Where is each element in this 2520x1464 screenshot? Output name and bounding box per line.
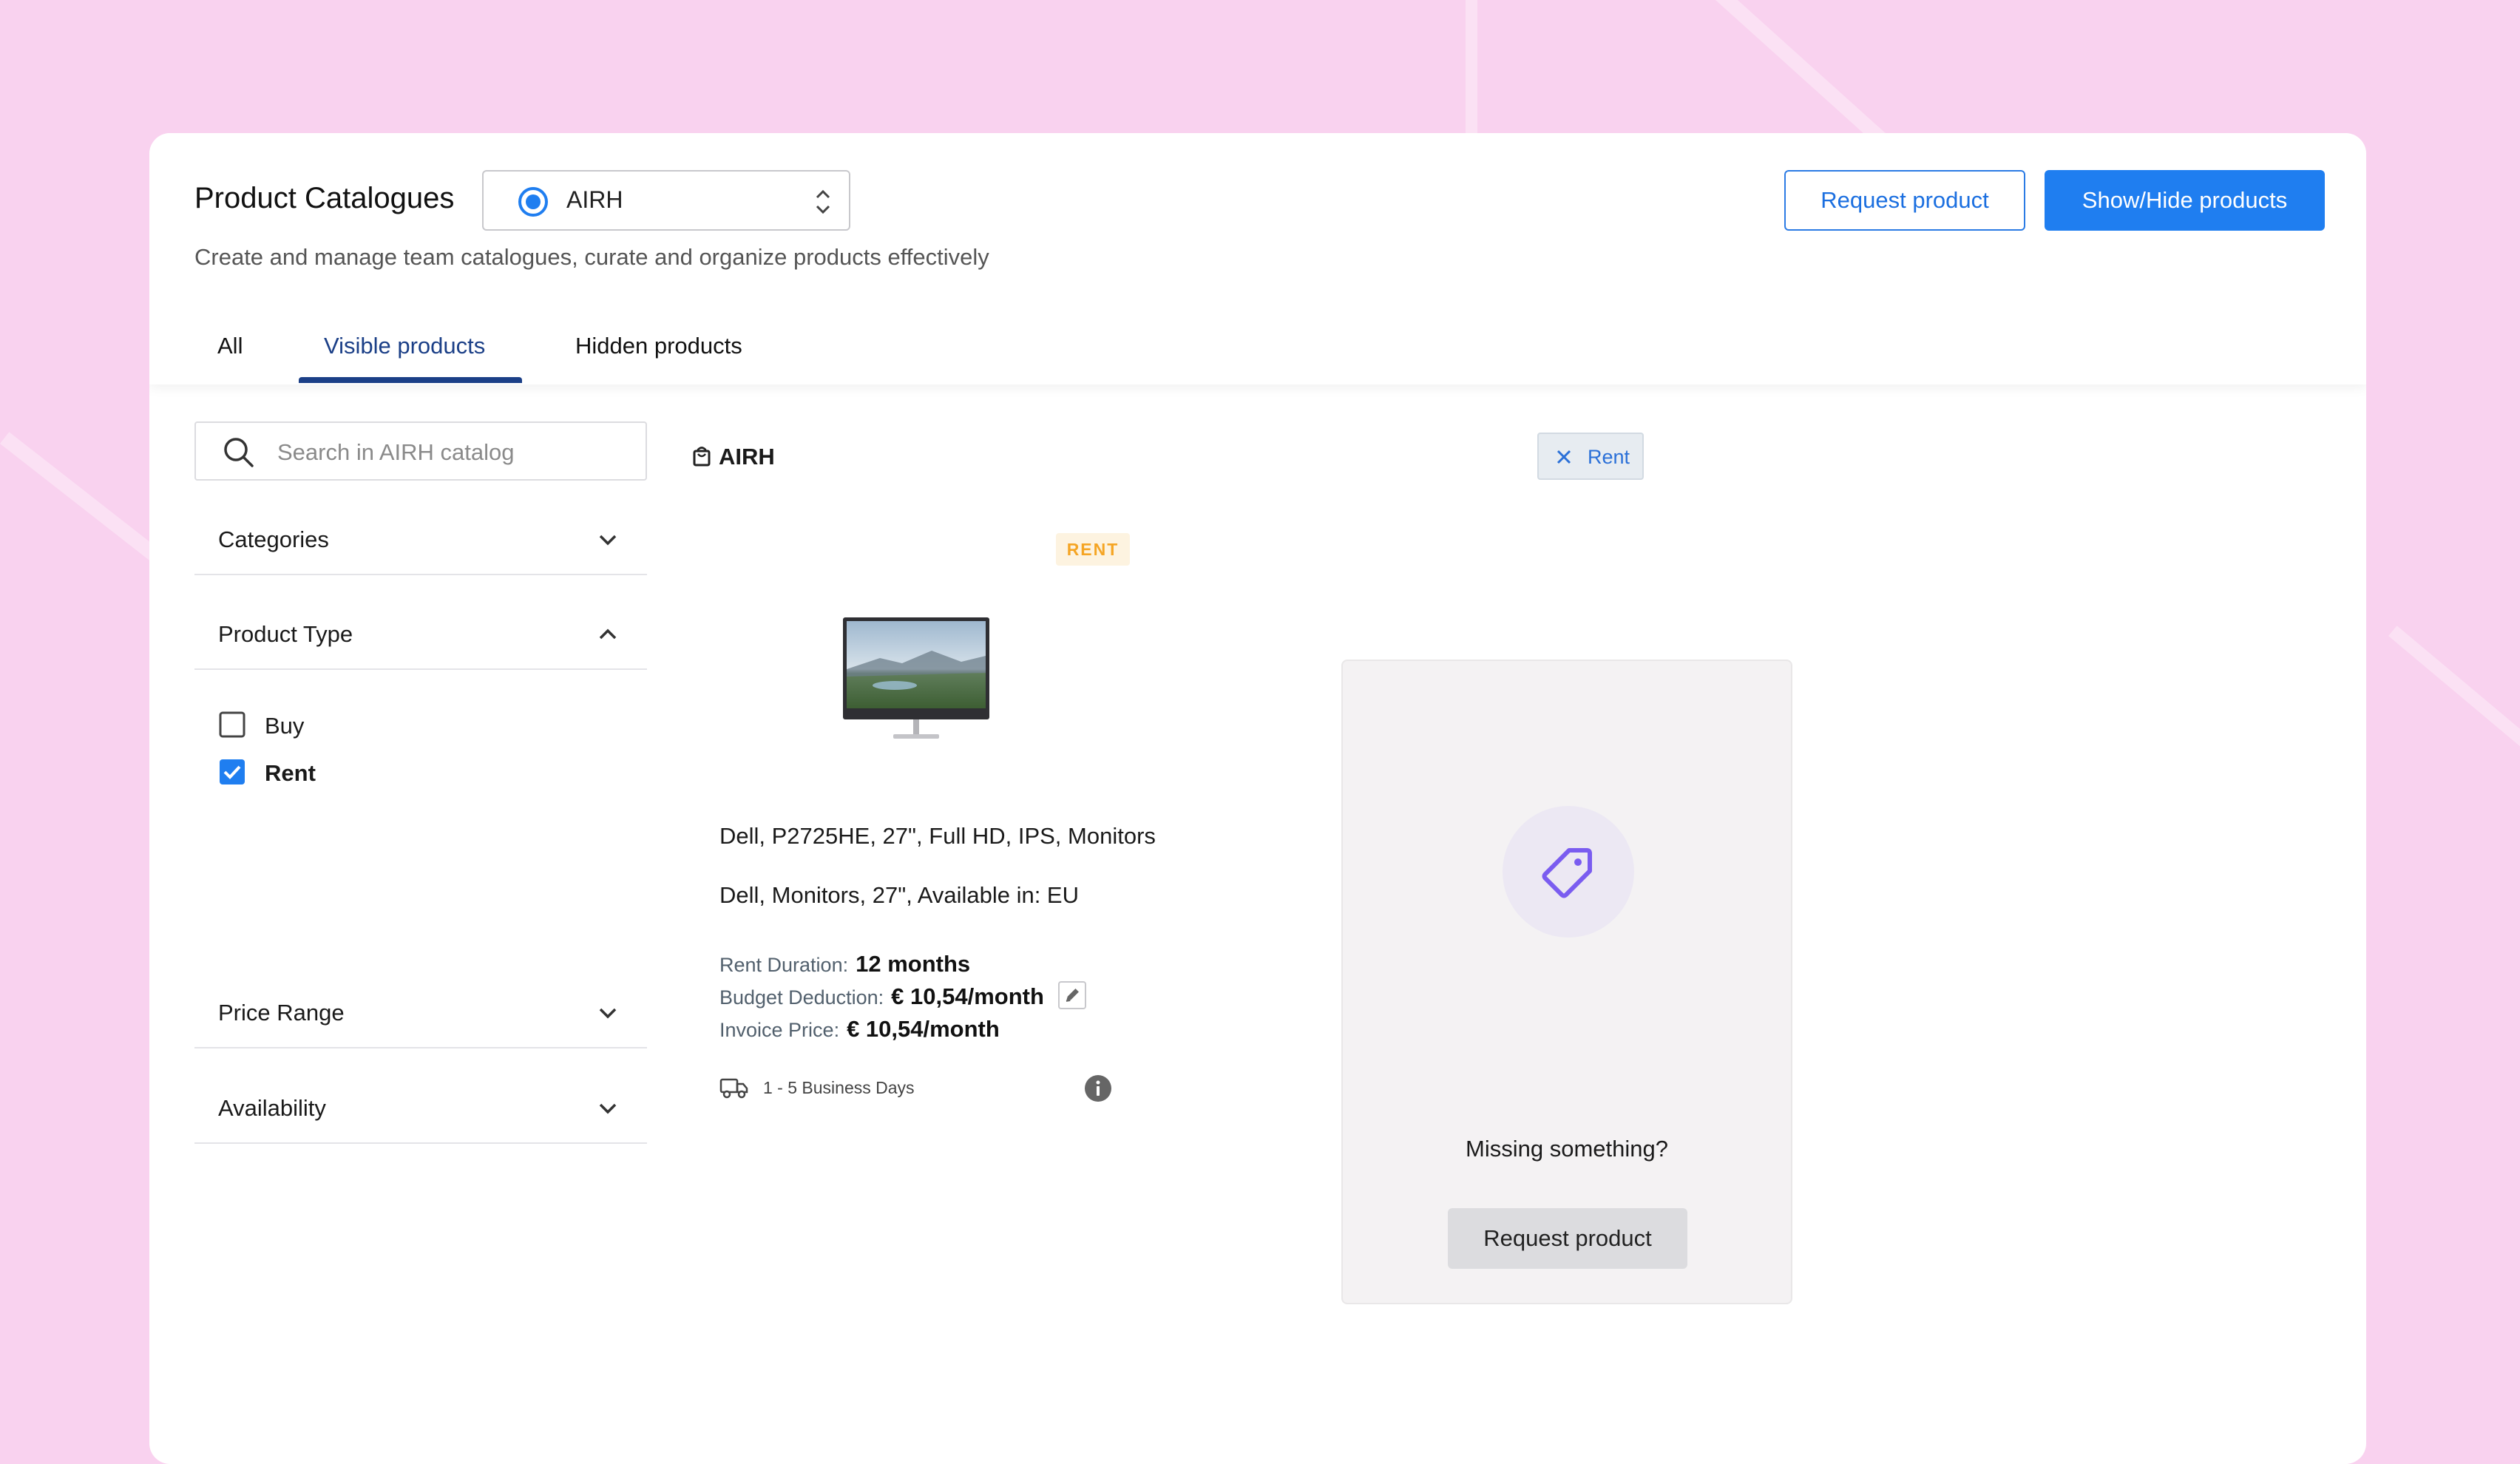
active-filter-chip[interactable]: Rent: [1537, 433, 1644, 480]
catalog-name: AIRH: [719, 444, 775, 470]
background-decoration: [1466, 0, 1477, 133]
rent-badge: RENT: [1056, 533, 1130, 566]
filter-product-type[interactable]: Product Type: [194, 605, 647, 670]
invoice-price-label: Invoice Price:: [719, 1019, 840, 1041]
shopping-bag-icon: [693, 447, 711, 467]
invoice-price-value: € 10,54/month: [847, 1016, 1000, 1042]
info-icon[interactable]: [1084, 1074, 1112, 1102]
request-product-card-button[interactable]: Request product: [1448, 1208, 1687, 1269]
option-rent-label: Rent: [265, 760, 316, 786]
filter-product-type-label: Product Type: [218, 621, 353, 647]
tab-visible-products[interactable]: Visible products: [324, 333, 485, 359]
catalog-select[interactable]: AIRH: [482, 170, 850, 231]
catalog-select-value: AIRH: [566, 186, 623, 213]
background-decoration: [2388, 626, 2520, 788]
rent-duration-row: Rent Duration: 12 months: [719, 951, 970, 977]
filter-categories-label: Categories: [218, 526, 329, 552]
truck-icon: [719, 1078, 748, 1099]
request-product-button[interactable]: Request product: [1784, 170, 2025, 231]
search-box[interactable]: [194, 421, 647, 481]
product-description: Dell, Monitors, 27", Available in: EU: [719, 882, 1079, 908]
rent-duration-value: 12 months: [856, 951, 971, 977]
filter-categories[interactable]: Categories: [194, 510, 647, 575]
rent-duration-label: Rent Duration:: [719, 954, 849, 976]
filter-price-range-label: Price Range: [218, 1000, 345, 1026]
budget-deduction-label: Budget Deduction:: [719, 986, 884, 1009]
filter-price-range[interactable]: Price Range: [194, 983, 647, 1048]
chevron-down-icon: [599, 535, 617, 546]
chevron-updown-icon: [816, 189, 830, 214]
tab-all[interactable]: All: [217, 333, 243, 359]
search-input[interactable]: [277, 436, 632, 469]
page-title: Product Catalogues: [194, 182, 455, 214]
pencil-icon[interactable]: [1058, 981, 1086, 1009]
tag-icon: [1542, 848, 1592, 898]
chevron-down-icon: [599, 1008, 617, 1019]
tag-icon-circle: [1503, 806, 1634, 938]
chevron-up-icon: [599, 628, 617, 640]
tab-hidden-products[interactable]: Hidden products: [575, 333, 742, 359]
active-filter-chip-label: Rent: [1588, 446, 1630, 468]
budget-deduction-row: Budget Deduction: € 10,54/month: [719, 983, 1044, 1010]
page-subtitle: Create and manage team catalogues, curat…: [194, 244, 989, 270]
radio-selected-icon: [518, 187, 548, 217]
active-tab-indicator: [299, 377, 522, 383]
catalogue-panel: Product Catalogues AIRH Create and manag…: [149, 133, 2366, 1464]
chevron-down-icon: [599, 1103, 617, 1114]
filter-availability[interactable]: Availability: [194, 1079, 647, 1144]
delivery-time: 1 - 5 Business Days: [763, 1078, 915, 1097]
close-icon[interactable]: [1555, 448, 1573, 466]
filter-availability-label: Availability: [218, 1095, 326, 1121]
invoice-price-row: Invoice Price: € 10,54/month: [719, 1016, 1000, 1043]
page-header: Product Catalogues AIRH Create and manag…: [149, 133, 2366, 384]
monitor-product-image: [843, 617, 989, 739]
missing-something-card: Missing something? Request product: [1341, 660, 1792, 1304]
budget-deduction-value: € 10,54/month: [891, 983, 1044, 1009]
option-buy-label: Buy: [265, 713, 305, 739]
checkbox-unchecked[interactable]: [219, 711, 245, 738]
product-name: Dell, P2725HE, 27", Full HD, IPS, Monito…: [719, 823, 1156, 849]
checkbox-checked[interactable]: [219, 759, 245, 785]
missing-something-text: Missing something?: [1466, 1136, 1668, 1162]
show-hide-products-button[interactable]: Show/Hide products: [2045, 170, 2325, 231]
search-icon: [224, 438, 254, 467]
background-decoration: [1715, 0, 1891, 149]
